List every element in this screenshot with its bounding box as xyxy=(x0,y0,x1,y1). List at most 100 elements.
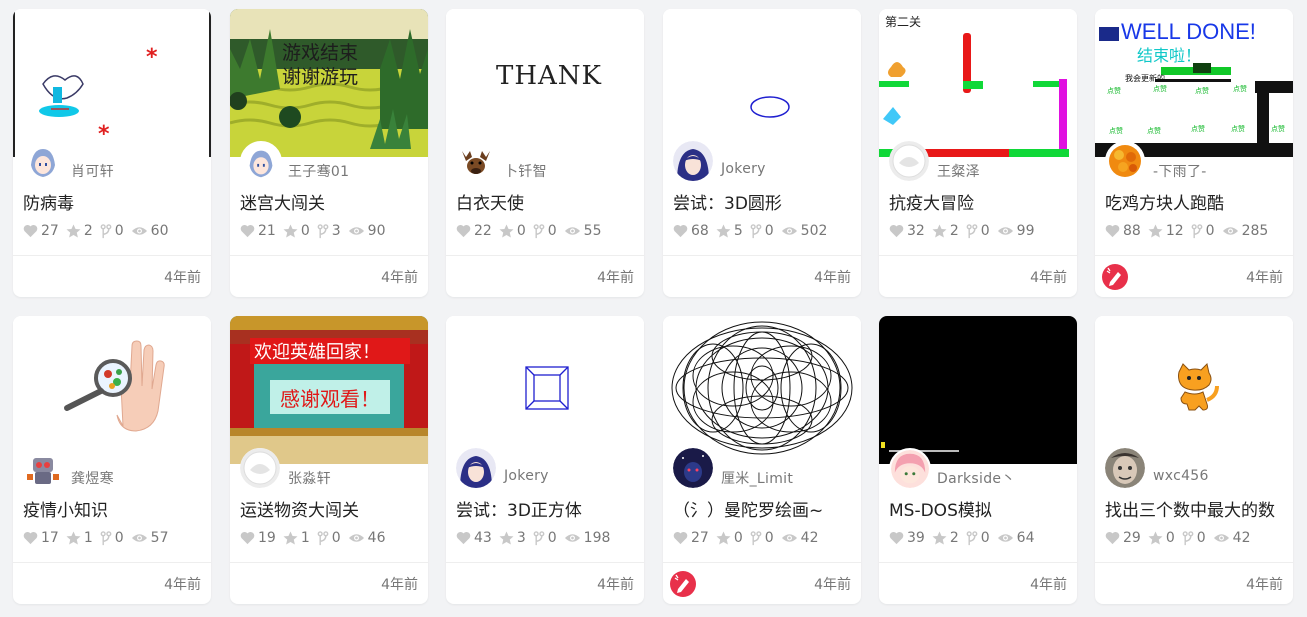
author-avatar[interactable] xyxy=(673,448,713,488)
author-name[interactable]: 王粲泽 xyxy=(937,161,980,181)
project-card[interactable]: 厘米_Limit （氵）曼陀罗绘画~ 27 0 0 42 4年前 xyxy=(663,316,861,604)
views-count: 285 xyxy=(1241,223,1269,239)
star-icon xyxy=(716,531,731,545)
thumb-caption: 谢谢游玩 xyxy=(282,66,358,88)
author-name[interactable]: 龚煜寒 xyxy=(71,468,114,488)
author-avatar[interactable] xyxy=(456,141,496,181)
project-thumbnail[interactable] xyxy=(13,316,211,464)
author-avatar[interactable] xyxy=(456,448,496,488)
project-thumbnail[interactable]: THANK xyxy=(446,9,644,157)
likes-stat: 39 xyxy=(889,530,925,546)
author-avatar[interactable] xyxy=(889,141,929,181)
author-avatar[interactable] xyxy=(23,141,63,181)
author-avatar[interactable] xyxy=(1105,448,1145,488)
author-name[interactable]: 王子骞01 xyxy=(288,161,349,181)
author-name[interactable]: Darkside丶 xyxy=(937,468,1016,488)
likes-count: 88 xyxy=(1123,223,1141,239)
heart-icon xyxy=(240,224,255,238)
favorites-stat: 1 xyxy=(66,530,93,546)
likes-count: 39 xyxy=(907,530,925,546)
project-thumbnail[interactable] xyxy=(879,316,1077,464)
project-card[interactable]: 龚煜寒 疫情小知识 17 1 0 57 4年前 xyxy=(13,316,211,604)
views-stat: 99 xyxy=(997,223,1035,239)
author-name[interactable]: 肖可轩 xyxy=(71,161,114,181)
project-card[interactable]: WELL DONE! 结束啦！ 我会更新的 点赞 点赞 点赞 点赞 点赞 点赞 … xyxy=(1095,9,1293,297)
thumb-caption: 点赞 xyxy=(1233,84,1247,93)
project-stats: 32 2 0 99 xyxy=(889,223,1042,239)
project-card[interactable]: THANK 卜钎智 白衣天使 22 0 0 55 4年前 xyxy=(446,9,644,297)
views-stat: 57 xyxy=(131,530,169,546)
project-card[interactable]: Jokery 尝试：3D圆形 68 5 0 502 4年前 xyxy=(663,9,861,297)
star-icon xyxy=(66,531,81,545)
project-title[interactable]: 尝试：3D正方体 xyxy=(456,496,644,521)
author-name[interactable]: 卜钎智 xyxy=(504,161,547,181)
project-title[interactable]: MS-DOS模拟 xyxy=(889,496,1077,521)
project-thumbnail[interactable]: 第二关 xyxy=(879,9,1077,157)
project-thumbnail[interactable] xyxy=(446,316,644,464)
project-card[interactable]: 第二关 王粲泽 抗疫大冒险 32 2 0 99 4年前 xyxy=(879,9,1077,297)
favorites-count: 1 xyxy=(300,530,310,546)
project-card[interactable]: * * 肖可轩 防病毒 27 2 0 60 4年前 xyxy=(13,9,211,297)
project-thumbnail[interactable]: 游戏结束 谢谢游玩 xyxy=(230,9,428,157)
project-title[interactable]: 防病毒 xyxy=(23,189,211,214)
project-thumbnail[interactable]: * * xyxy=(13,9,211,157)
fork-icon xyxy=(750,223,762,238)
project-stats: 39 2 0 64 xyxy=(889,530,1042,546)
thumb-caption: 点赞 xyxy=(1195,86,1209,95)
star-icon xyxy=(283,531,298,545)
project-thumbnail[interactable]: WELL DONE! 结束啦！ 我会更新的 点赞 点赞 点赞 点赞 点赞 点赞 … xyxy=(1095,9,1293,157)
thumb-caption: 点赞 xyxy=(1109,126,1123,135)
project-title[interactable]: 迷宫大闯关 xyxy=(240,189,428,214)
project-title[interactable]: （氵）曼陀罗绘画~ xyxy=(673,496,861,521)
author-name[interactable]: Jokery xyxy=(504,468,549,484)
project-title[interactable]: 抗疫大冒险 xyxy=(889,189,1077,214)
eye-icon xyxy=(1222,227,1238,235)
author-name[interactable]: 张淼轩 xyxy=(288,468,331,488)
project-thumbnail[interactable] xyxy=(663,9,861,157)
forks-count: 0 xyxy=(980,223,990,239)
featured-badge-icon xyxy=(1102,264,1128,290)
favorites-count: 12 xyxy=(1165,223,1184,239)
project-thumbnail[interactable]: 欢迎英雄回家！ 感谢观看！ xyxy=(230,316,428,464)
author-avatar[interactable] xyxy=(23,448,63,488)
project-title[interactable]: 吃鸡方块人跑酷 xyxy=(1105,189,1293,214)
favorites-stat: 2 xyxy=(932,223,959,239)
likes-stat: 19 xyxy=(240,530,276,546)
author-name[interactable]: wxc456 xyxy=(1153,468,1209,484)
project-card[interactable]: wxc456 找出三个数中最大的数 29 0 0 42 4年前 xyxy=(1095,316,1293,604)
author-name[interactable]: -下雨了- xyxy=(1153,161,1207,181)
project-title[interactable]: 运送物资大闯关 xyxy=(240,496,428,521)
views-stat: 64 xyxy=(997,530,1035,546)
author-avatar[interactable] xyxy=(240,141,282,183)
author-name[interactable]: Jokery xyxy=(721,161,766,177)
views-stat: 46 xyxy=(348,530,386,546)
likes-stat: 27 xyxy=(673,530,709,546)
eye-icon xyxy=(131,227,147,235)
author-avatar[interactable] xyxy=(240,448,280,488)
likes-count: 21 xyxy=(258,223,276,239)
project-thumbnail[interactable] xyxy=(663,316,861,464)
author-avatar[interactable] xyxy=(1105,141,1145,181)
views-stat: 42 xyxy=(781,530,819,546)
author-name[interactable]: 厘米_Limit xyxy=(721,468,793,488)
project-stats: 43 3 0 198 xyxy=(456,530,617,546)
thumb-caption: 点赞 xyxy=(1107,86,1121,95)
project-title[interactable]: 找出三个数中最大的数 xyxy=(1105,496,1293,521)
project-title[interactable]: 白衣天使 xyxy=(456,189,644,214)
author-avatar[interactable] xyxy=(673,141,713,181)
heart-icon xyxy=(889,531,904,545)
card-divider xyxy=(1095,255,1293,256)
project-thumbnail[interactable] xyxy=(1095,316,1293,464)
project-title[interactable]: 疫情小知识 xyxy=(23,496,211,521)
project-title[interactable]: 尝试：3D圆形 xyxy=(673,189,861,214)
project-card[interactable]: 欢迎英雄回家！ 感谢观看！ 张淼轩 运送物资大闯关 19 1 0 46 4年前 xyxy=(230,316,428,604)
project-card[interactable]: Jokery 尝试：3D正方体 43 3 0 198 4年前 xyxy=(446,316,644,604)
publish-time: 4年前 xyxy=(381,270,418,286)
project-card[interactable]: Darkside丶 MS-DOS模拟 39 2 0 64 4年前 xyxy=(879,316,1077,604)
publish-time: 4年前 xyxy=(814,270,851,286)
author-avatar[interactable] xyxy=(889,448,931,490)
featured-badge-icon xyxy=(670,571,696,597)
project-card[interactable]: 游戏结束 谢谢游玩 王子骞01 迷宫大闯关 21 0 3 90 4年前 xyxy=(230,9,428,297)
favorites-count: 0 xyxy=(300,223,310,239)
views-count: 90 xyxy=(367,223,386,239)
